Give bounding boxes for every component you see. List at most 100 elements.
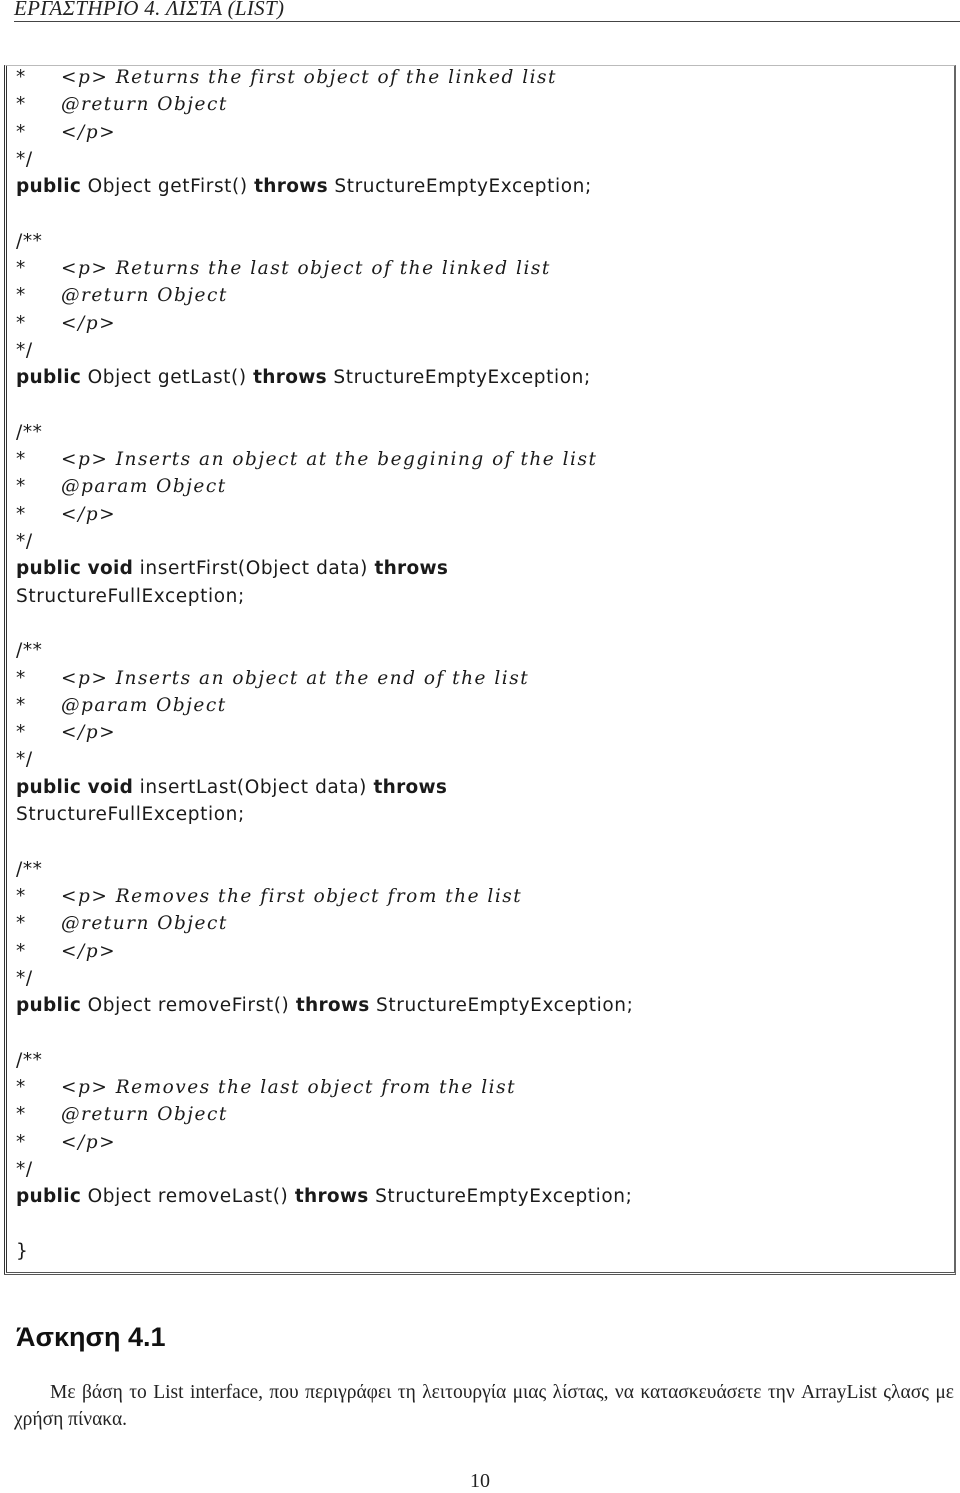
comment-open-text: /** (16, 421, 43, 443)
comment-star: * (16, 476, 26, 498)
method-signature: public Object getFirst() throws Structur… (16, 173, 633, 200)
method-name: Object removeLast() (87, 1186, 295, 1208)
comment-close-p: * </p> (16, 119, 633, 146)
method-name: Object getLast() (87, 367, 254, 389)
exception-name: StructureEmptyException; (326, 367, 591, 389)
comment-star: * (16, 312, 26, 334)
keyword-throws: throws (253, 367, 327, 389)
exception-name: StructureEmptyException; (327, 176, 592, 198)
comment-tag: * @return Object (16, 282, 633, 309)
code-listing: * <p> Returns the first object of the lin… (16, 64, 633, 1265)
closing-brace-text: } (16, 1240, 29, 1262)
comment-tag-text: @return Object (61, 94, 228, 116)
comment-star: * (16, 258, 26, 280)
comment-open: /** (16, 419, 633, 446)
comment-close-p-text: </p> (61, 722, 117, 744)
comment-open-text: /** (16, 1049, 43, 1071)
comment-open: /** (16, 228, 633, 255)
comment-tag-text: @return Object (61, 285, 228, 307)
comment-description-text: <p> Returns the last object of the linke… (61, 258, 551, 280)
comment-tag-text: @param Object (61, 476, 227, 498)
comment-end: */ (16, 746, 633, 773)
method-signature: public Object removeLast() throws Struct… (16, 1183, 633, 1210)
comment-close-p: * </p> (16, 719, 633, 746)
comment-open-text: /** (16, 230, 43, 252)
comment-star: * (16, 722, 26, 744)
keyword-throws: throws (254, 176, 328, 198)
comment-end: */ (16, 1156, 633, 1183)
comment-star: * (16, 1131, 26, 1153)
method-signature: public void insertFirst(Object data) thr… (16, 555, 633, 582)
comment-tag: * @param Object (16, 692, 633, 719)
exception-name: StructureEmptyException; (368, 1186, 633, 1208)
comment-close-p: * </p> (16, 1129, 633, 1156)
comment-close-p-text: </p> (61, 940, 117, 962)
comment-description: * <p> Removes the first object from the l… (16, 883, 633, 910)
method-signature-continued: StructureFullException; (16, 801, 633, 828)
keyword-throws: throws (294, 1186, 369, 1208)
comment-end-text: */ (16, 148, 33, 170)
comment-description-text: <p> Removes the first object from the li… (61, 885, 523, 907)
comment-close-p-text: </p> (61, 503, 117, 525)
comment-end-text: */ (16, 531, 33, 553)
comment-description-text: <p> Inserts an object at the end of the … (61, 667, 530, 689)
comment-star: * (16, 667, 26, 689)
method-name: Object removeFirst() (87, 995, 296, 1017)
keyword-void: void (87, 776, 134, 798)
method-signature: public Object getLast() throws Structure… (16, 364, 633, 391)
comment-star: * (16, 503, 26, 525)
keyword-public: public (16, 1186, 82, 1208)
comment-star: * (16, 1104, 26, 1126)
keyword-void: void (87, 558, 134, 580)
comment-star: * (16, 913, 26, 935)
comment-star: * (16, 121, 26, 143)
comment-tag-text: @return Object (61, 913, 228, 935)
comment-description-text: <p> Removes the last object from the lis… (61, 1076, 517, 1098)
comment-star: * (16, 67, 26, 88)
comment-end: */ (16, 528, 633, 555)
keyword-public: public (16, 367, 82, 389)
comment-description: * <p> Returns the first object of the lin… (16, 64, 633, 91)
comment-description-text: <p> Returns the first object of the link… (61, 67, 557, 88)
exception-name: StructureEmptyException; (369, 995, 634, 1017)
comment-tag: * @return Object (16, 1101, 633, 1128)
keyword-public: public (16, 558, 82, 580)
comment-open-text: /** (16, 858, 43, 880)
exception-name: StructureFullException; (16, 804, 245, 826)
comment-tag: * @return Object (16, 91, 633, 118)
comment-open: /** (16, 637, 633, 664)
comment-description: * <p> Inserts an object at the beggining … (16, 446, 633, 473)
method-name: insertFirst(Object data) (139, 558, 375, 580)
comment-open-text: /** (16, 640, 43, 662)
comment-close-p: * </p> (16, 938, 633, 965)
comment-star: * (16, 940, 26, 962)
comment-star: * (16, 449, 26, 471)
comment-description: * <p> Inserts an object at the end of the… (16, 665, 633, 692)
comment-tag: * @return Object (16, 910, 633, 937)
method-signature: public Object removeFirst() throws Struc… (16, 992, 633, 1019)
comment-description-text: <p> Inserts an object at the beggining o… (61, 449, 598, 471)
method-name: Object getFirst() (87, 176, 255, 198)
comment-end: */ (16, 146, 633, 173)
comment-star: * (16, 94, 26, 116)
comment-tag-text: @return Object (61, 1104, 228, 1126)
header-rule (14, 21, 960, 22)
exercise-heading: Άσκηση 4.1 (16, 1322, 166, 1352)
comment-description: * <p> Returns the last object of the link… (16, 255, 633, 282)
exercise-text: Με βάση το List interface, που περιγράφε… (14, 1382, 954, 1430)
keyword-public: public (16, 776, 82, 798)
running-header: ΕΡΓΑΣΤΗΡΙΟ 4. ΛΙΣΤΑ (LIST) (14, 0, 285, 20)
comment-open: /** (16, 856, 633, 883)
comment-end-text: */ (16, 1158, 33, 1180)
comment-close-p: * </p> (16, 310, 633, 337)
comment-close-p-text: </p> (61, 1131, 117, 1153)
comment-star: * (16, 885, 26, 907)
method-signature-continued: StructureFullException; (16, 583, 633, 610)
comment-close-p-text: </p> (61, 121, 117, 143)
comment-star: * (16, 694, 26, 716)
